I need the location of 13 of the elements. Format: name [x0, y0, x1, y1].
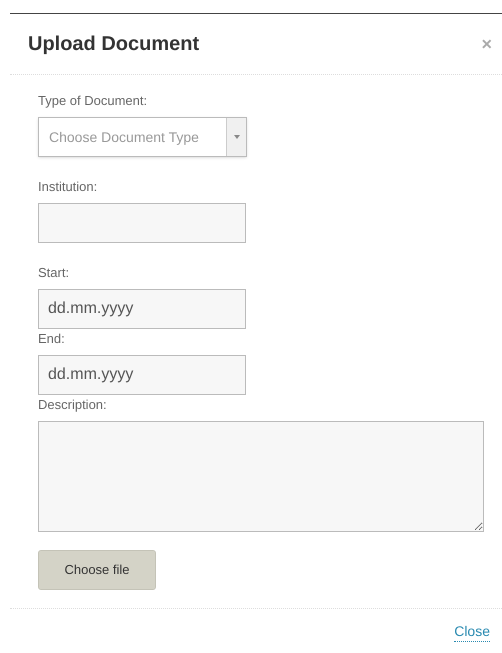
description-field[interactable] — [38, 421, 484, 532]
field-label: Type of Document: — [38, 93, 148, 109]
text-field[interactable]: dd.mm.yyyy — [38, 355, 246, 395]
field-label: Start: — [38, 265, 70, 281]
dialog-title: Upload Document — [28, 32, 200, 57]
text-field[interactable] — [38, 203, 246, 243]
close-link[interactable]: Close — [454, 623, 490, 642]
choose-file-button[interactable]: Choose file — [38, 550, 156, 590]
text-field[interactable]: dd.mm.yyyy — [38, 289, 246, 329]
caret-icon — [234, 135, 240, 139]
field-label: End: — [38, 331, 66, 347]
field-label: Institution: — [38, 179, 98, 195]
field-label: Description: — [38, 397, 108, 413]
